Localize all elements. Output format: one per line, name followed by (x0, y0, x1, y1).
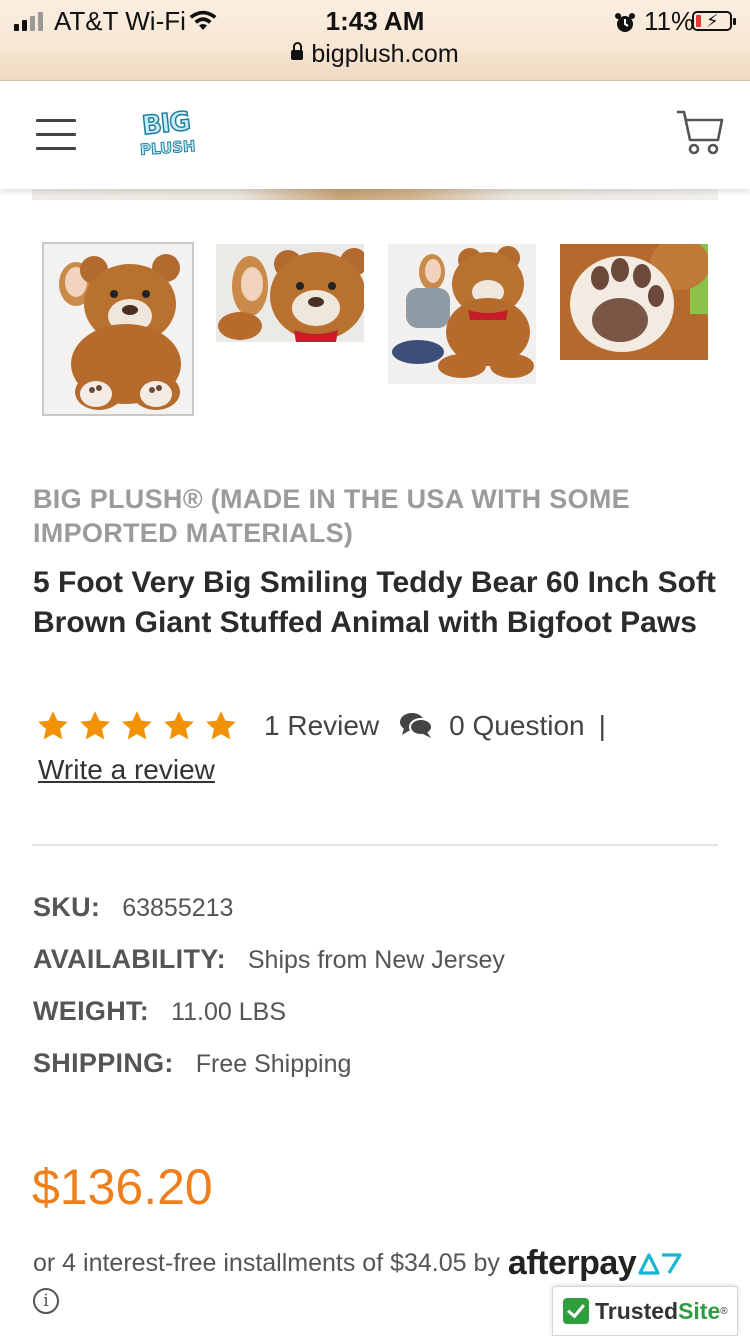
spec-weight-value: 11.00 LBS (171, 998, 286, 1026)
rating-row: 1 Review 0 Question | (36, 704, 606, 748)
spec-sku-label: SKU: (33, 892, 101, 922)
divider (32, 844, 718, 846)
trustedsite-badge[interactable]: Trusted Site ® (552, 1286, 738, 1336)
afterpay-installments: or 4 interest-free installments of $34.0… (33, 1244, 682, 1283)
star-icon (38, 711, 68, 740)
address-bar-url: bigplush.com (311, 40, 459, 68)
spec-shipping: SHIPPING: Free Shipping (33, 1048, 351, 1079)
write-review-link[interactable]: Write a review (38, 754, 215, 786)
logo-text-big: BIG (140, 106, 192, 142)
chat-bubbles-icon (399, 711, 434, 744)
main-product-image (32, 188, 718, 200)
star-icon (122, 711, 152, 740)
site-logo[interactable]: BIG PLUSH (136, 106, 197, 163)
thumbnail-2[interactable] (216, 244, 364, 342)
battery-percent: 11% (644, 6, 695, 36)
star-rating[interactable] (36, 709, 238, 743)
trusted-text: Trusted (595, 1297, 679, 1324)
star-icon (80, 711, 110, 740)
afterpay-logo[interactable]: afterpay (508, 1244, 682, 1283)
separator: | (598, 710, 606, 741)
site-text: Site (678, 1297, 721, 1324)
afterpay-arrows-icon (638, 1252, 682, 1275)
thumbnail-3[interactable] (388, 244, 536, 384)
registered-mark: ® (720, 1305, 728, 1317)
menu-icon[interactable] (36, 119, 76, 151)
alarm-clock-icon (614, 10, 636, 41)
star-icon (164, 711, 194, 740)
browser-status-bar: AT&T Wi-Fi 1:43 AM 11% ⚡ bigplush.com (0, 0, 750, 81)
spec-sku: SKU: 63855213 (33, 892, 233, 923)
address-bar[interactable]: bigplush.com (0, 40, 750, 69)
status-time: 1:43 AM (325, 6, 425, 36)
spec-weight: WEIGHT: 11.00 LBS (33, 996, 286, 1027)
product-brand: BIG PLUSH® (MADE IN THE USA WITH SOME IM… (33, 484, 630, 548)
review-count-link[interactable]: 1 Review (264, 710, 379, 742)
spec-availability: AVAILABILITY: Ships from New Jersey (33, 944, 505, 975)
question-count-link[interactable]: 0 Question (449, 710, 584, 742)
thumbnail-1[interactable] (42, 242, 194, 416)
afterpay-logo-text: afterpay (507, 1244, 637, 1282)
product-title: 5 Foot Very Big Smiling Teddy Bear 60 In… (33, 566, 716, 639)
checkmark-icon (563, 1298, 589, 1324)
shopping-cart-icon[interactable] (674, 107, 724, 162)
installments-text: or 4 interest-free installments of $34.0… (33, 1249, 500, 1277)
spec-weight-label: WEIGHT: (33, 996, 150, 1026)
spec-shipping-value: Free Shipping (195, 1050, 352, 1078)
logo-text-plush: PLUSH (139, 137, 197, 160)
spec-sku-value: 63855213 (122, 894, 234, 922)
info-icon[interactable]: i (33, 1288, 59, 1314)
site-header: BIG PLUSH (0, 81, 750, 189)
battery-icon: ⚡ (692, 11, 736, 31)
star-icon (206, 711, 236, 740)
spec-availability-value: Ships from New Jersey (247, 946, 505, 974)
spec-shipping-label: SHIPPING: (33, 1048, 174, 1078)
lock-icon (291, 42, 304, 60)
product-price: $136.20 (32, 1159, 213, 1215)
thumbnail-4[interactable] (560, 244, 708, 360)
spec-availability-label: AVAILABILITY: (33, 944, 226, 974)
